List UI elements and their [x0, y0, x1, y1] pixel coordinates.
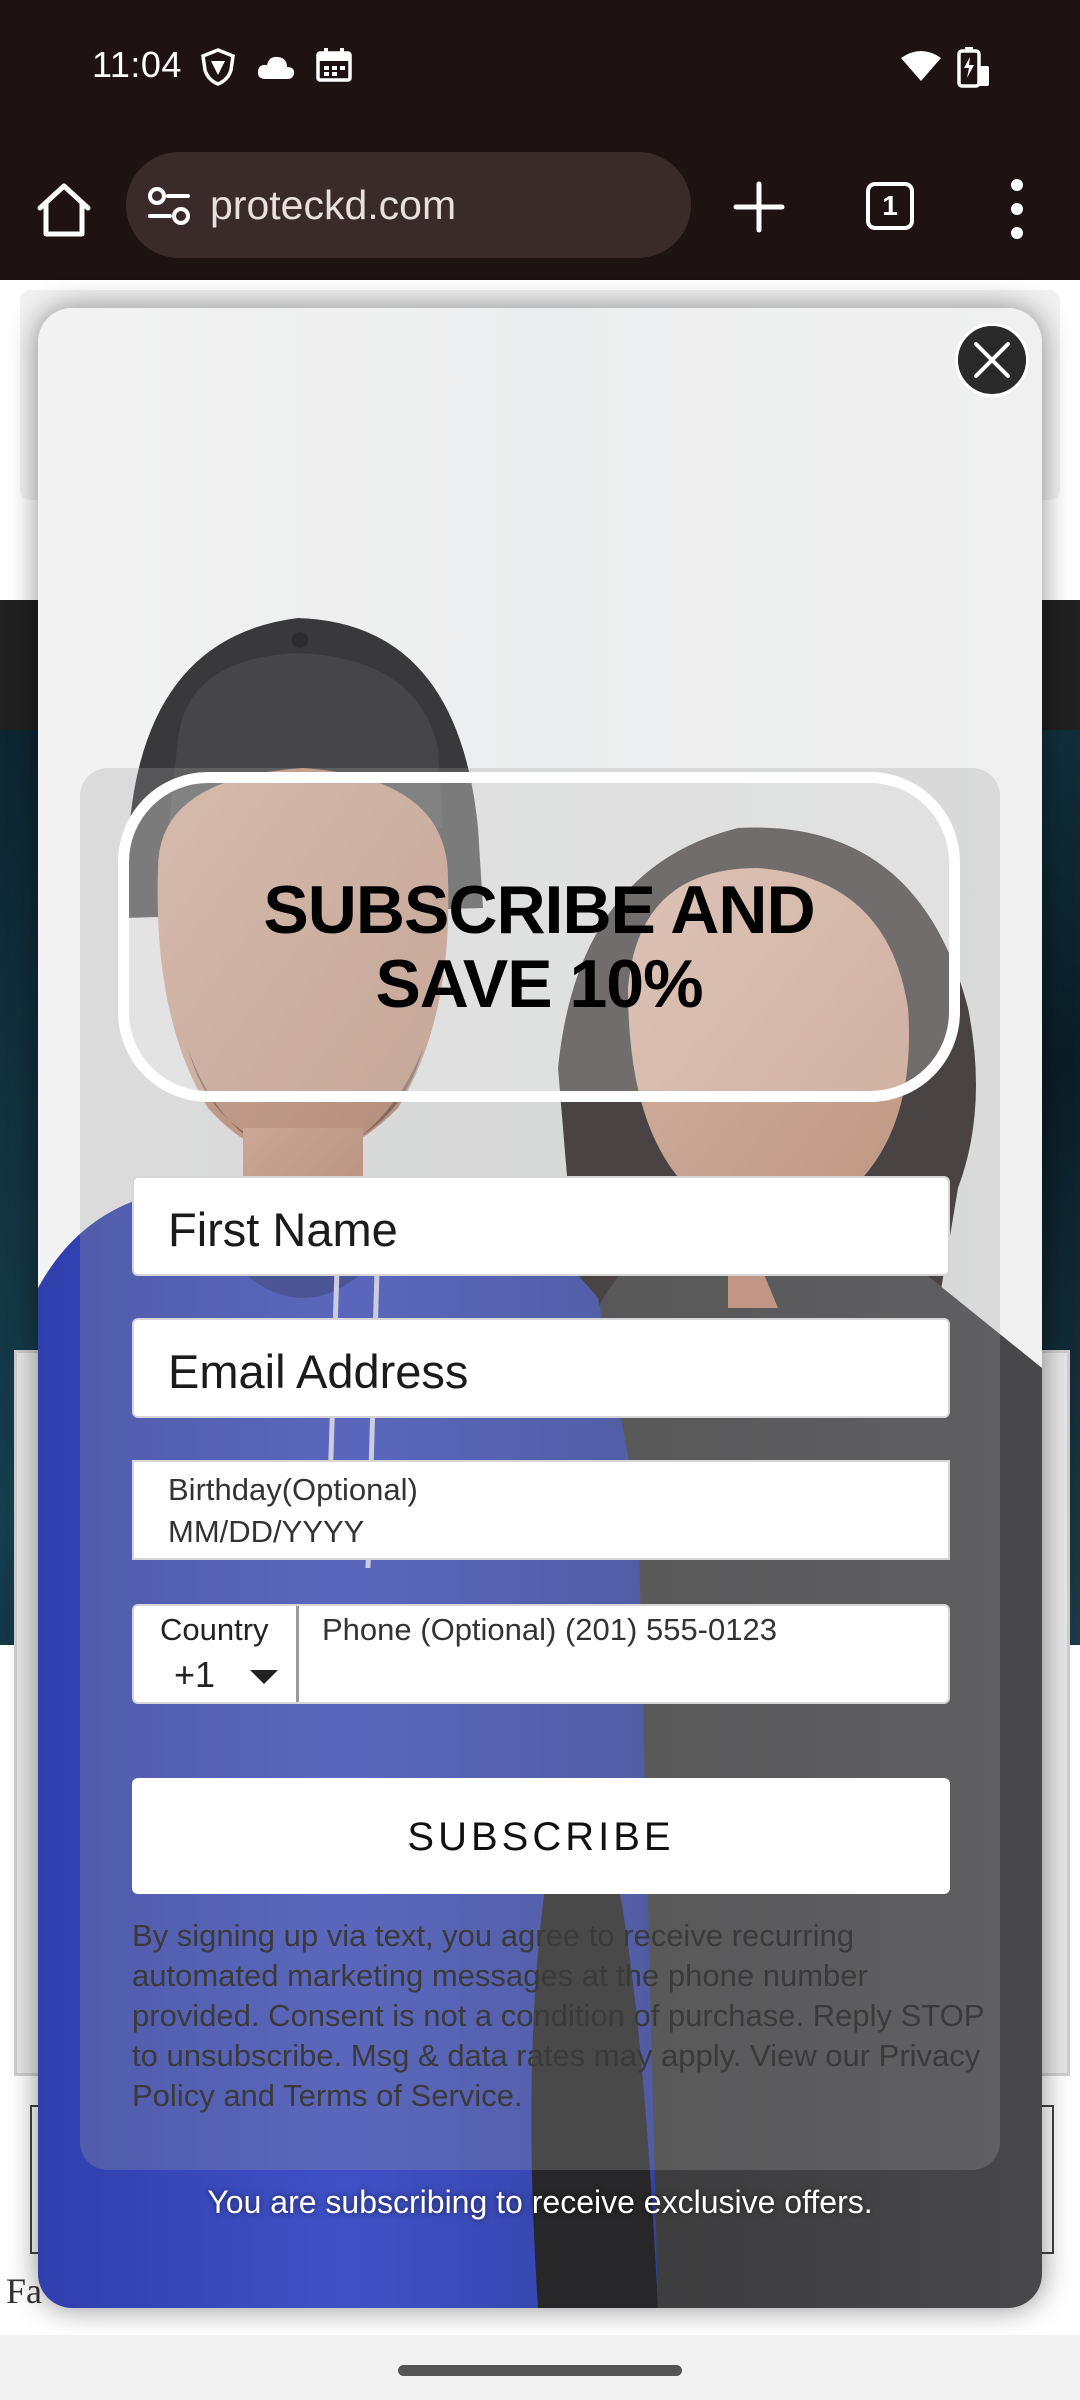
headline-box: SUBSCRIBE AND SAVE 10%: [118, 772, 960, 1102]
offers-note: You are subscribing to receive exclusive…: [207, 2184, 873, 2220]
sms-disclaimer: By signing up via text, you agree to rec…: [132, 1916, 992, 2116]
cloud-icon: [257, 56, 295, 79]
url-text[interactable]: proteckd.com: [210, 182, 456, 229]
close-icon: [974, 342, 1010, 378]
country-code-value: +1: [174, 1654, 216, 1695]
system-nav-bar: [0, 2335, 1080, 2400]
disclaimer-end: .: [513, 2078, 523, 2113]
gesture-handle[interactable]: [398, 2365, 682, 2376]
tab-count: 1: [882, 190, 898, 221]
wifi-icon: [901, 51, 941, 81]
close-popup-button[interactable]: [955, 323, 1029, 397]
subscribe-button[interactable]: SUBSCRIBE: [132, 1778, 950, 1894]
home-icon[interactable]: [32, 178, 96, 242]
country-code-select[interactable]: Country +1: [134, 1606, 299, 1702]
new-tab-icon[interactable]: [730, 178, 788, 236]
tab-switcher-button[interactable]: 1: [866, 182, 914, 230]
popup-headline: SUBSCRIBE AND SAVE 10%: [129, 873, 949, 1021]
email-field[interactable]: Email Address: [132, 1318, 950, 1418]
calendar-icon: [316, 48, 352, 82]
address-bar[interactable]: proteckd.com: [126, 152, 691, 258]
birthday-field[interactable]: Birthday(Optional) MM/DD/YYYY: [132, 1460, 950, 1560]
battery-icon: [957, 47, 989, 88]
email-placeholder: Email Address: [168, 1345, 469, 1398]
terms-of-service-link[interactable]: Terms of Service: [283, 2078, 514, 2113]
browser-toolbar: proteckd.com 1: [0, 140, 1080, 280]
subscribe-popup: SUBSCRIBE AND SAVE 10% First Name Email …: [38, 308, 1042, 2308]
first-name-field[interactable]: First Name: [132, 1176, 950, 1276]
status-bar: 11:04: [0, 0, 1080, 140]
phone-field[interactable]: Phone (Optional) (201) 555-0123: [322, 1612, 777, 1648]
headline-line-1: SUBSCRIBE AND: [263, 872, 815, 948]
overflow-menu-icon[interactable]: [1010, 178, 1024, 240]
disclaimer-text: By signing up via text, you agree to rec…: [132, 1918, 984, 2073]
vpn-shield-icon: [201, 48, 235, 86]
birthday-placeholder: MM/DD/YYYY: [168, 1514, 365, 1549]
country-label: Country: [160, 1612, 269, 1647]
caret-down-icon: [250, 1670, 278, 1684]
headline-line-2: SAVE 10%: [375, 946, 703, 1022]
background-footer-text: Fa: [6, 2271, 42, 2311]
phone-row: Country +1 Phone (Optional) (201) 555-01…: [132, 1604, 950, 1704]
disclaimer-and: and: [214, 2078, 284, 2113]
status-time: 11:04: [92, 44, 182, 85]
site-settings-icon[interactable]: [146, 183, 192, 229]
birthday-label: Birthday(Optional): [168, 1472, 418, 1507]
first-name-placeholder: First Name: [168, 1203, 398, 1256]
